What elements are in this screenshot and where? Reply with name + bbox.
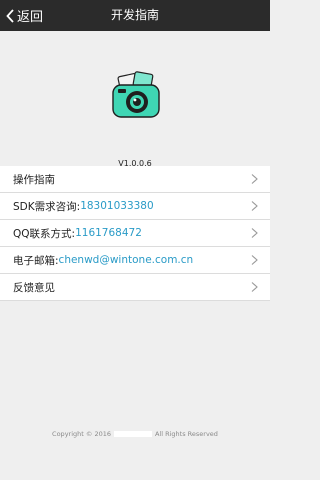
phone-number-link[interactable]: 18301033380 (80, 200, 154, 212)
menu-item-operation-guide[interactable]: 操作指南 (0, 166, 270, 193)
chevron-right-icon (251, 174, 258, 184)
page-title: 开发指南 (110, 8, 159, 22)
menu-item-label: 反馈意见 (13, 281, 55, 294)
menu-item-label: 电子邮箱: (13, 254, 59, 267)
copyright-footer: Copyright © 2016 All Rights Reserved (0, 430, 270, 438)
menu-item-sdk-inquiry[interactable]: SDK需求咨询: 18301033380 (0, 193, 270, 220)
chevron-right-icon (251, 255, 258, 265)
chevron-right-icon (251, 282, 258, 292)
camera-app-icon (112, 71, 160, 118)
menu-item-qq-contact[interactable]: QQ联系方式: 1161768472 (0, 220, 270, 247)
email-link[interactable]: chenwd@wintone.com.cn (59, 254, 194, 266)
menu-item-label: SDK需求咨询: (13, 200, 81, 213)
menu-item-label: QQ联系方式: (13, 227, 76, 240)
menu-item-email[interactable]: 电子邮箱: chenwd@wintone.com.cn (0, 247, 270, 274)
app-logo-area: V1.0.0.6 (0, 31, 270, 168)
chevron-right-icon (251, 228, 258, 238)
chevron-right-icon (251, 201, 258, 211)
menu-item-label: 操作指南 (13, 173, 55, 186)
title-bar: 返回 开发指南 (0, 0, 270, 31)
guide-menu-list: 操作指南 SDK需求咨询: 18301033380 QQ联系方式: 116176… (0, 166, 270, 301)
menu-item-feedback[interactable]: 反馈意见 (0, 274, 270, 301)
qq-number-link[interactable]: 1161768472 (75, 227, 142, 239)
copyright-suffix: All Rights Reserved (154, 430, 218, 438)
copyright-prefix: Copyright © 2016 (52, 430, 111, 438)
redacted-block (113, 431, 152, 437)
